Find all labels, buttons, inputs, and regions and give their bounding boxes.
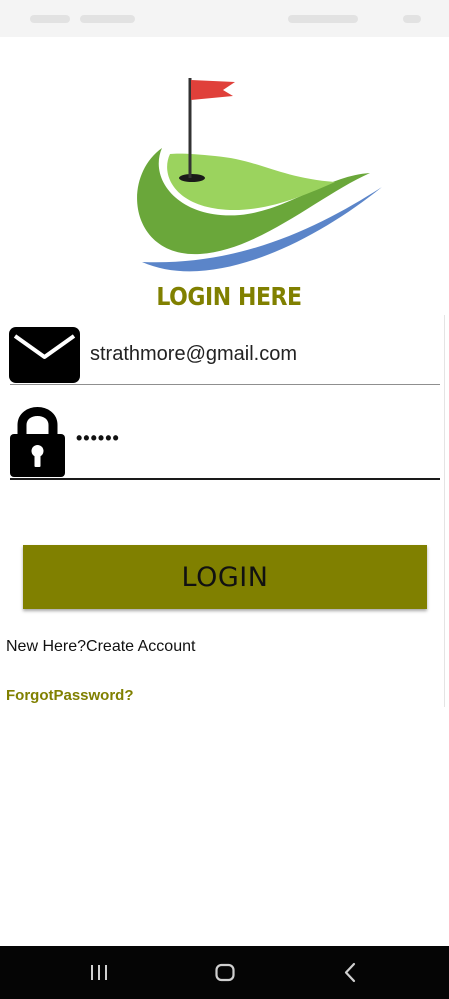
email-field-underline (10, 384, 440, 385)
back-icon[interactable] (320, 946, 380, 999)
logo-flag (191, 80, 235, 100)
golf-green-flag-logo (137, 78, 382, 272)
login-button[interactable]: LOGIN (23, 545, 427, 609)
email-field[interactable]: strathmore@gmail.com (90, 343, 297, 366)
page-title: LOGIN HERE (156, 282, 302, 311)
lock-icon (10, 407, 65, 477)
system-navigation-bar (0, 946, 449, 999)
envelope-icon (9, 327, 80, 383)
status-notification-icons (80, 15, 135, 23)
forgot-password-link[interactable]: ForgotPassword? (6, 687, 134, 704)
password-field-underline (10, 478, 440, 480)
status-battery-icon (403, 15, 421, 23)
logo-golf-hole (179, 174, 205, 182)
password-field[interactable]: •••••• (76, 428, 120, 449)
status-time (30, 15, 70, 23)
create-account-link[interactable]: New Here?Create Account (6, 638, 195, 656)
status-signal-icons (288, 15, 358, 23)
recent-apps-icon[interactable] (69, 946, 129, 999)
status-bar (0, 0, 449, 37)
home-icon[interactable] (195, 946, 255, 999)
